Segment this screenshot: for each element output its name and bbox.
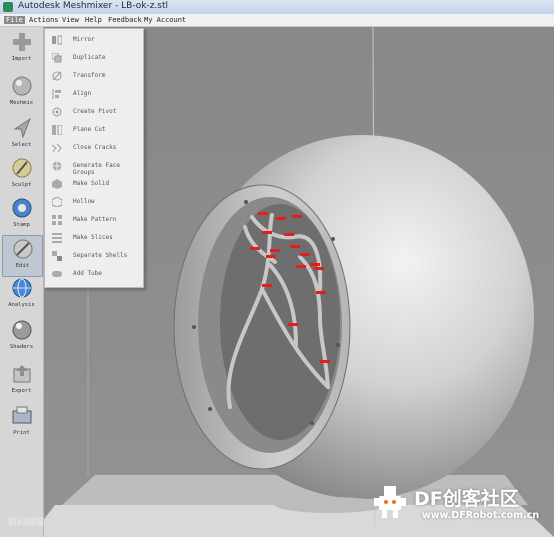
edit-menu-item-label: Create Pivot — [73, 108, 117, 115]
separate-shells-icon — [52, 251, 62, 261]
edit-menu-item[interactable]: Hollow — [45, 193, 143, 211]
edit-menu-item[interactable]: Duplicate — [45, 49, 143, 67]
window-title: Autodesk Meshmixer - LB-ok-z.stl — [18, 1, 168, 11]
edit-menu-item-label: Add Tube — [73, 270, 102, 277]
shaders-tool-label: Shaders — [9, 344, 34, 350]
plane-cut-icon — [52, 125, 62, 135]
stamp-icon — [12, 198, 32, 218]
edit-menu-item[interactable]: Mirror — [45, 31, 143, 49]
face-groups-icon — [52, 161, 62, 171]
edit-menu-item-label: Separate Shells — [73, 252, 128, 259]
edit-menu-item[interactable]: Align — [45, 85, 143, 103]
edit-menu-item-label: Make Pattern — [73, 216, 117, 223]
stamp-tool-label: Stamp — [13, 222, 30, 228]
edit-tool-label: Edit — [15, 263, 30, 269]
menu-feedback[interactable]: Feedback — [106, 16, 144, 24]
make-solid-icon — [52, 179, 62, 189]
edit-menu-item-label: Hollow — [73, 198, 95, 205]
transform-icon — [52, 71, 62, 81]
edit-menu-item-label: Make Solid — [73, 180, 110, 187]
duplicate-icon — [52, 53, 62, 63]
brand-text: DF创客社区 — [414, 488, 519, 510]
stamp-tool[interactable]: Stamp — [2, 195, 41, 235]
print-tool-label: Print — [13, 430, 30, 436]
left-toolbar: Import Meshmix Select Sculpt Stamp Edit … — [0, 27, 44, 537]
add-tube-icon — [52, 271, 62, 277]
edit-menu-item-label: Plane Cut — [73, 126, 106, 133]
edit-menu-item[interactable]: Make Slices — [45, 229, 143, 247]
meshmix-tool[interactable]: Meshmix — [2, 73, 41, 113]
base-supports — [275, 497, 385, 513]
edit-menu-item-label: Generate Face Groups — [73, 162, 120, 176]
app-icon — [3, 2, 13, 12]
print-icon — [12, 406, 32, 424]
analysis-tool[interactable]: Analysis — [2, 275, 41, 315]
dfrobot-logo-icon — [374, 486, 406, 518]
edit-menu-item[interactable]: Create Pivot — [45, 103, 143, 121]
export-tool-label: Export — [11, 388, 32, 394]
make-slices-icon — [52, 233, 62, 243]
menu-help[interactable]: Help — [83, 16, 104, 24]
brand-url: www.DFRobot.com.cn — [422, 510, 540, 521]
edit-menu-item-label: Mirror — [73, 36, 95, 43]
menu-actions[interactable]: Actions — [27, 16, 61, 24]
meshmix-tool-label: Meshmix — [9, 100, 34, 106]
edit-menu-item-label: Close Cracks — [73, 144, 117, 151]
menu-my-account[interactable]: My Account — [142, 16, 188, 24]
camera-watermark: 数码网摄 — [8, 518, 45, 528]
import-tool-label: Import — [11, 56, 32, 62]
hollow-icon — [52, 197, 62, 207]
select-arrow-icon — [13, 117, 32, 139]
make-pattern-icon — [52, 215, 62, 225]
edit-menu-item-label: Transform — [73, 72, 106, 79]
edit-menu-item[interactable]: Add Tube — [45, 265, 143, 283]
sculpt-tool[interactable]: Sculpt — [2, 155, 41, 195]
select-tool[interactable]: Select — [2, 115, 41, 155]
analysis-globe-icon — [12, 278, 32, 298]
sculpt-tool-label: Sculpt — [11, 182, 32, 188]
edit-menu-item[interactable]: Transform — [45, 67, 143, 85]
menu-view[interactable]: View — [60, 16, 81, 24]
dfrobot-watermark: DF创客社区 www.DFRobot.com.cn — [370, 480, 554, 532]
title-bar: Autodesk Meshmixer - LB-ok-z.stl — [0, 0, 554, 15]
menu-bar: File Actions View Help Feedback My Accou… — [0, 14, 554, 27]
edit-menu-item[interactable]: Separate Shells — [45, 247, 143, 265]
align-icon — [52, 89, 61, 99]
export-icon — [13, 365, 31, 383]
edit-menu-item-label: Duplicate — [73, 54, 106, 61]
shader-sphere-icon — [12, 320, 32, 340]
mirror-icon — [52, 35, 62, 45]
pivot-icon — [52, 107, 62, 117]
plus-icon — [13, 33, 31, 51]
meshmix-sphere-icon — [12, 76, 32, 96]
sculpt-brush-icon — [12, 158, 32, 178]
edit-menu-item[interactable]: Plane Cut — [45, 121, 143, 139]
edit-menu-item[interactable]: Make Pattern — [45, 211, 143, 229]
edit-icon — [13, 239, 33, 259]
edit-menu-item[interactable]: Generate Face Groups — [45, 157, 143, 176]
edit-menu-item[interactable]: Make Solid — [45, 175, 143, 193]
print-tool[interactable]: Print — [2, 403, 41, 443]
edit-tool[interactable]: Edit — [2, 235, 43, 277]
edit-menu: Mirror Duplicate Transform Align Create … — [44, 28, 144, 288]
close-cracks-icon — [52, 143, 62, 153]
import-tool[interactable]: Import — [2, 29, 41, 69]
shaders-tool[interactable]: Shaders — [2, 317, 41, 357]
edit-menu-item[interactable]: Close Cracks — [45, 139, 143, 157]
edit-menu-item-label: Align — [73, 90, 92, 97]
select-tool-label: Select — [11, 142, 32, 148]
menu-file[interactable]: File — [4, 16, 25, 24]
edit-menu-item-label: Make Slices — [73, 234, 113, 241]
analysis-tool-label: Analysis — [8, 302, 35, 308]
export-tool[interactable]: Export — [2, 361, 41, 401]
